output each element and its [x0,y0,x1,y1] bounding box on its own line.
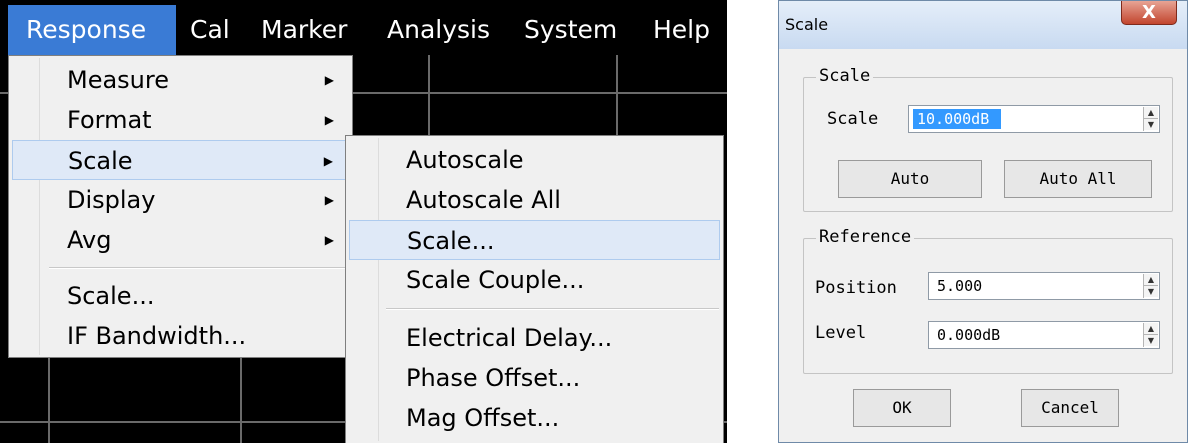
ok-button[interactable]: OK [853,389,951,427]
scale-value-field[interactable]: 10.000dB ▲ ▼ [908,105,1160,133]
scale-dialog: Scale X Scale Scale 10.000dB ▲ ▼ Auto Aut… [778,0,1188,443]
chevron-right-icon: ▶ [324,113,334,127]
menu-help[interactable]: Help [643,5,720,55]
menu-marker[interactable]: Marker [251,5,357,55]
menu-item-mag-offset[interactable]: Mag Offset... [346,398,723,438]
spin-up-down-icon[interactable]: ▲ ▼ [1143,107,1158,131]
menu-item-label: Phase Offset... [406,364,581,392]
menu-item-measure[interactable]: Measure ▶ [9,60,352,100]
menu-item-label: Autoscale All [406,186,561,214]
scale-group-legend: Scale [816,66,874,86]
menu-item-label: Display [67,186,156,214]
position-value-field[interactable]: 5.000 ▲ ▼ [928,272,1160,300]
menu-item-scale-couple[interactable]: Scale Couple... [346,260,723,300]
menu-item-scale-ellipsis[interactable]: Scale... [349,220,720,260]
menu-item-label: Electrical Delay... [406,324,613,352]
menu-analysis[interactable]: Analysis [377,5,500,55]
level-value-field[interactable]: 0.000dB ▲ ▼ [928,321,1160,349]
menu-item-label: Scale Couple... [406,266,585,294]
spin-up-down-icon[interactable]: ▲ ▼ [1143,323,1158,347]
menu-item-format[interactable]: Format ▶ [9,100,352,140]
menu-item-scale-dialog[interactable]: Scale... [9,276,352,316]
menu-screenshot: Response Cal Marker Analysis System Help… [0,0,727,443]
chevron-right-icon: ▶ [324,193,334,207]
menu-item-label: Avg [67,226,112,254]
menu-item-display[interactable]: Display ▶ [9,180,352,220]
menu-item-label: Measure [67,66,169,94]
menu-item-label: Scale... [67,282,155,310]
menu-item-label: Mag Offset... [406,404,560,432]
position-label: Position [815,278,897,298]
menu-item-autoscale[interactable]: Autoscale [346,140,723,180]
menu-response[interactable]: Response [8,5,176,55]
response-dropdown: Measure ▶ Format ▶ Scale ▶ Display ▶ Avg… [8,55,353,358]
reference-group-legend: Reference [816,227,915,247]
menu-bar: Response Cal Marker Analysis System Help [8,5,727,55]
level-value: 0.000dB [937,326,1001,344]
menu-item-label: IF Bandwidth... [67,322,247,350]
scale-value: 10.000dB [913,109,1002,129]
menu-item-label: Format [67,106,152,134]
menu-separator [386,308,719,310]
menu-item-label: Scale [68,147,133,175]
chevron-right-icon: ▶ [324,73,334,87]
auto-all-button[interactable]: Auto All [1004,160,1152,198]
menu-cal[interactable]: Cal [180,5,240,55]
menu-item-scale[interactable]: Scale ▶ [12,140,349,180]
menu-item-if-bandwidth[interactable]: IF Bandwidth... [9,316,352,356]
chevron-right-icon: ▶ [324,233,334,247]
menu-item-label: Scale... [407,227,495,255]
spin-up-down-icon[interactable]: ▲ ▼ [1143,274,1158,298]
dialog-title: Scale [785,15,829,34]
scale-groupbox: Scale Scale 10.000dB ▲ ▼ Auto Auto All [803,66,1173,212]
menu-item-label: Autoscale [406,146,524,174]
menu-system[interactable]: System [514,5,627,55]
scale-label: Scale [827,109,879,129]
menu-separator [49,267,348,269]
scale-submenu: Autoscale Autoscale All Scale... Scale C… [345,135,724,443]
position-value: 5.000 [937,277,983,295]
menu-item-electrical-delay[interactable]: Electrical Delay... [346,318,723,358]
reference-groupbox: Reference Position 5.000 ▲ ▼ Level 0.000d… [803,227,1173,374]
auto-button[interactable]: Auto [838,160,982,198]
cancel-button[interactable]: Cancel [1021,389,1119,427]
menu-item-autoscale-all[interactable]: Autoscale All [346,180,723,220]
menu-item-avg[interactable]: Avg ▶ [9,220,352,260]
dialog-titlebar[interactable]: Scale X [779,1,1187,49]
menu-item-phase-offset[interactable]: Phase Offset... [346,358,723,398]
level-label: Level [815,323,867,343]
dialog-body: Scale Scale 10.000dB ▲ ▼ Auto Auto All Re… [787,49,1179,434]
close-icon[interactable]: X [1121,1,1177,25]
chevron-right-icon: ▶ [323,154,333,168]
